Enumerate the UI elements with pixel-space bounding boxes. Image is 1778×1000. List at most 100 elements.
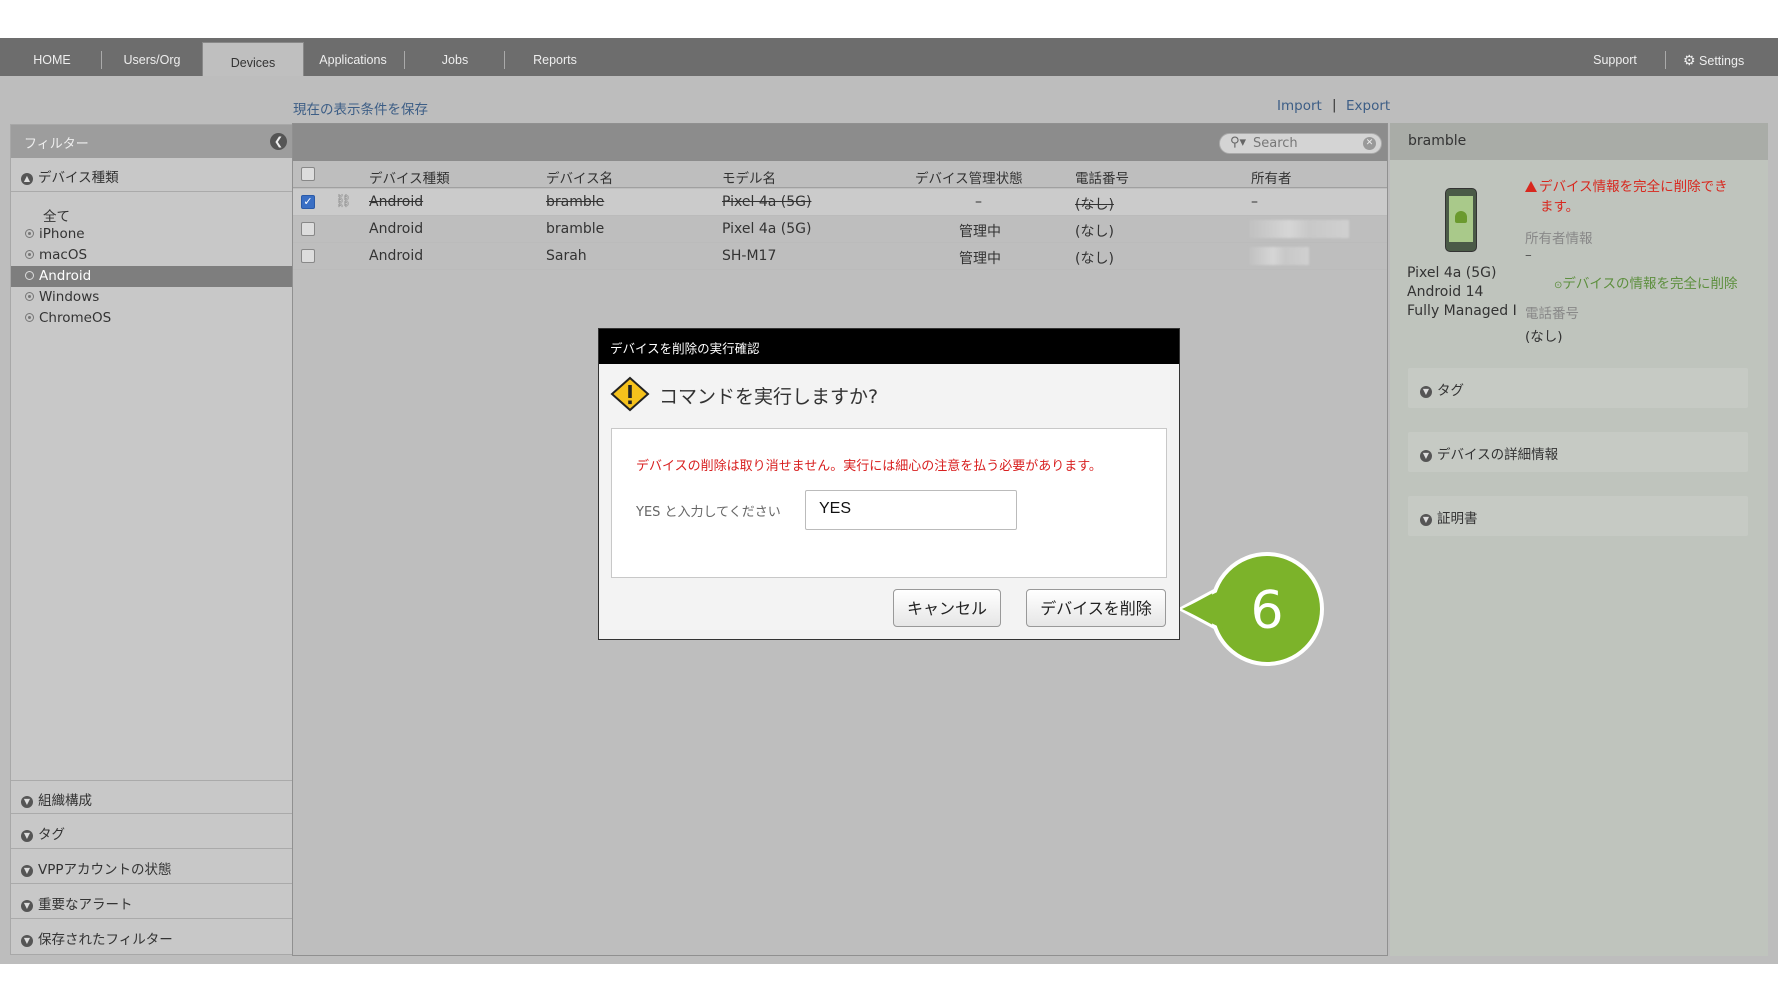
- device-image: [1445, 188, 1477, 252]
- filter-item-label: Windows: [39, 289, 100, 305]
- table-header: デバイス種類 デバイス名 モデル名 デバイス管理状態 電話番号 所有者: [293, 161, 1387, 188]
- nav-separator: [504, 51, 505, 69]
- warning-icon: [610, 376, 650, 412]
- critical-alerts-section[interactable]: ▼ 重要なアラート: [11, 885, 292, 919]
- chevron-down-icon: ▼: [1420, 386, 1432, 398]
- row-checkbox[interactable]: ✓: [301, 195, 315, 209]
- table-row[interactable]: Android Sarah SH-M17 管理中 (なし): [293, 243, 1387, 270]
- gear-icon: ⚙: [1683, 52, 1696, 68]
- confirm-input-label: YES と入力してください: [636, 505, 781, 520]
- nav-settings-label: Settings: [1699, 54, 1745, 68]
- col-model[interactable]: モデル名: [722, 167, 776, 187]
- link-label: デバイスの情報を完全に削除: [1562, 276, 1738, 292]
- detail-os: Android 14: [1407, 284, 1484, 300]
- cell-status: 管理中: [959, 224, 1001, 240]
- section-label: タグ: [1437, 383, 1464, 399]
- dialog-title: デバイスを削除の実行確認: [599, 329, 1179, 364]
- nav-tab-applications[interactable]: Applications: [308, 38, 398, 76]
- filter-item-chromeos[interactable]: ChromeOS: [11, 308, 292, 329]
- col-device-name[interactable]: デバイス名: [546, 167, 613, 187]
- section-label: 重要なアラート: [38, 897, 133, 913]
- cell-device-name: bramble: [546, 221, 605, 237]
- tags-section[interactable]: ▼ タグ: [11, 815, 292, 849]
- col-owner[interactable]: 所有者: [1251, 167, 1292, 187]
- cell-device-name: bramble: [546, 194, 605, 210]
- export-link[interactable]: Export: [1346, 98, 1390, 114]
- detail-certificates-section[interactable]: ▼ 証明書: [1408, 496, 1748, 536]
- detail-info-section[interactable]: ▼ デバイスの詳細情報: [1408, 432, 1748, 472]
- warning-text: デバイス情報を完全に削除でき: [1539, 179, 1728, 195]
- phone-label: 電話番号: [1525, 306, 1579, 322]
- delete-device-button[interactable]: デバイスを削除: [1026, 589, 1166, 627]
- chevron-down-icon: ▼: [21, 830, 33, 842]
- nav-separator: [101, 51, 102, 69]
- nav-support[interactable]: Support: [1585, 38, 1645, 76]
- delete-device-info-link[interactable]: ⊙デバイスの情報を完全に削除: [1554, 272, 1738, 292]
- cell-owner: –: [1251, 194, 1258, 210]
- filter-item-android[interactable]: Android: [11, 266, 292, 287]
- section-label: 保存されたフィルター: [38, 932, 173, 948]
- section-label: タグ: [38, 827, 65, 843]
- phone-value: (なし): [1525, 329, 1563, 345]
- filter-item-all[interactable]: 全て: [11, 203, 292, 225]
- delete-warning: デバイス情報を完全に削除でき ます。: [1525, 177, 1728, 217]
- filter-item-macos[interactable]: macOS: [11, 245, 292, 266]
- nav-tab-home[interactable]: HOME: [22, 38, 82, 76]
- detail-model: Pixel 4a (5G): [1407, 265, 1497, 281]
- nav-tab-devices[interactable]: Devices: [202, 42, 304, 77]
- cell-model: Pixel 4a (5G): [722, 194, 812, 210]
- col-device-type[interactable]: デバイス種類: [369, 167, 450, 187]
- filter-item-iphone[interactable]: iPhone: [11, 224, 292, 245]
- section-label: 証明書: [1437, 511, 1478, 527]
- nav-tab-jobs[interactable]: Jobs: [425, 38, 485, 76]
- row-checkbox[interactable]: [301, 222, 315, 236]
- chevron-down-icon: ▼: [1420, 450, 1432, 462]
- import-link[interactable]: Import: [1277, 98, 1322, 114]
- clear-search-icon[interactable]: ✕: [1363, 137, 1376, 150]
- detail-mode: Fully Managed I: [1407, 303, 1517, 319]
- cell-phone: (なし): [1075, 197, 1114, 213]
- filter-item-label: ChromeOS: [39, 310, 112, 326]
- dialog-body: デバイスの削除は取り消せません。実行には細心の注意を払う必要があります。 YES…: [611, 428, 1167, 578]
- filter-item-windows[interactable]: Windows: [11, 287, 292, 308]
- owner-value: –: [1525, 247, 1532, 263]
- saved-filters-section[interactable]: ▼ 保存されたフィルター: [11, 920, 292, 954]
- cell-device-type: Android: [369, 221, 424, 237]
- col-management-status[interactable]: デバイス管理状態: [915, 167, 1023, 187]
- nav-tab-users-org[interactable]: Users/Org: [112, 38, 192, 76]
- cell-phone: (なし): [1075, 251, 1114, 267]
- nav-settings[interactable]: ⚙ Settings: [1683, 38, 1758, 76]
- warning-text: ます。: [1540, 199, 1580, 215]
- row-checkbox[interactable]: [301, 249, 315, 263]
- device-detail-panel: bramble デバイス情報を完全に削除でき ます。 所有者情報 – ⊙デバイス…: [1390, 123, 1768, 956]
- warning-icon: [1525, 181, 1537, 192]
- vpp-account-section[interactable]: ▼ VPPアカウントの状態: [11, 850, 292, 884]
- select-all-checkbox[interactable]: [301, 167, 315, 181]
- detail-tags-section[interactable]: ▼ タグ: [1408, 368, 1748, 408]
- chevron-down-icon: ▼: [21, 900, 33, 912]
- step-number: 6: [1250, 581, 1283, 641]
- android-icon: [1455, 211, 1467, 223]
- col-phone[interactable]: 電話番号: [1075, 167, 1129, 187]
- radio-icon: [25, 313, 34, 322]
- filter-panel: フィルター ❮ ▲ デバイス種類 全て iPhone macOS Android …: [10, 124, 293, 955]
- chevron-down-icon: ▼: [1420, 514, 1432, 526]
- search-input[interactable]: ⚲▾ Search ✕: [1219, 133, 1382, 154]
- org-structure-section[interactable]: ▼ 組織構成: [11, 780, 292, 814]
- save-view-link[interactable]: 現在の表示条件を保存: [293, 98, 428, 118]
- nav-tab-reports[interactable]: Reports: [520, 38, 590, 76]
- filter-item-label: Android: [39, 268, 92, 284]
- detail-title: bramble: [1390, 123, 1768, 160]
- delete-confirm-dialog: デバイスを削除の実行確認 コマンドを実行しますか? デバイスの削除は取り消せませ…: [598, 328, 1180, 640]
- radio-icon: [25, 229, 34, 238]
- filter-item-label: iPhone: [39, 226, 85, 242]
- table-row[interactable]: ✓ ⛓ Android bramble Pixel 4a (5G) – (なし)…: [293, 189, 1387, 216]
- cancel-button[interactable]: キャンセル: [893, 589, 1001, 627]
- radio-icon: [25, 250, 34, 259]
- collapse-panel-button[interactable]: ❮: [270, 133, 287, 150]
- device-type-section[interactable]: ▲ デバイス種類: [11, 158, 292, 192]
- cell-device-name: Sarah: [546, 248, 587, 264]
- device-type-label: デバイス種類: [38, 170, 119, 186]
- confirm-yes-input[interactable]: YES: [805, 490, 1017, 530]
- table-row[interactable]: Android bramble Pixel 4a (5G) 管理中 (なし): [293, 216, 1387, 243]
